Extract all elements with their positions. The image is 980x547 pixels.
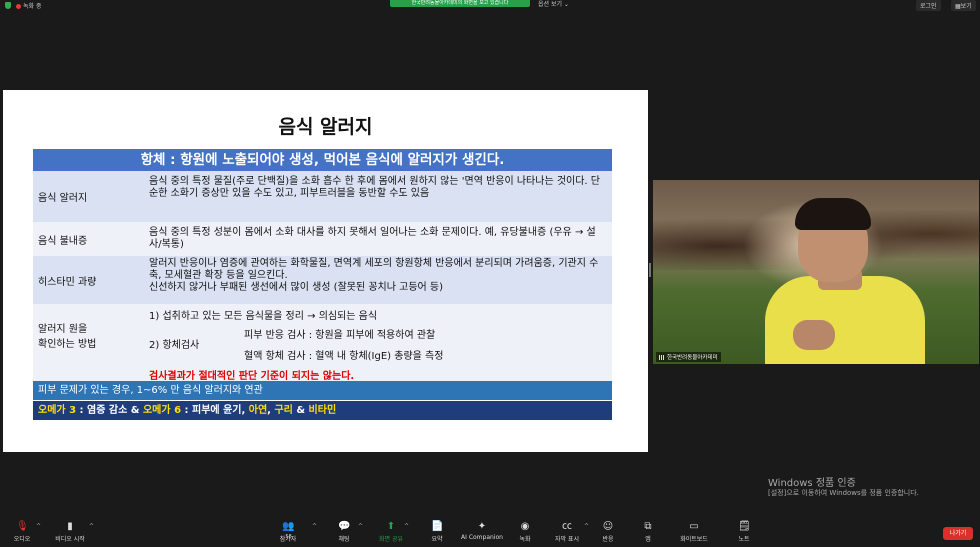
view-options-button[interactable]: 옵션 보기 ⌄: [538, 0, 569, 8]
reactions-button[interactable]: ☺ 반응: [588, 517, 628, 543]
view-button[interactable]: ▦보기: [951, 0, 976, 11]
windows-activation-hint: [설정]으로 이동하여 Windows를 정품 인증합니다.: [768, 489, 919, 497]
blood-test: 혈액 항체 검사 : 혈액 내 항체(IgE) 총량을 측정: [244, 351, 444, 362]
test-warning: 검사결과가 절대적인 판단 기준이 되지는 않는다.: [149, 371, 355, 382]
participants-label: 참가자: [279, 536, 297, 543]
speaker-hair: [795, 198, 871, 230]
reactions-label: 반응: [602, 536, 614, 543]
login-button[interactable]: 로그인: [916, 0, 941, 11]
sparkle-icon: ✦: [477, 521, 487, 532]
participant-name-label: 한국반려동물아카데미: [656, 352, 721, 362]
ai-label: AI Companion: [461, 534, 503, 541]
participants-icon: 👥58: [282, 521, 295, 540]
omega-band: 오메가 3 : 염증 감소 & 오메가 6 : 피부에 윤기, 아연, 구리 &…: [33, 401, 612, 420]
chat-icon: 💬: [338, 521, 351, 532]
audio-button[interactable]: 🎙 오디오: [2, 517, 42, 543]
notes-label: 노트: [738, 536, 750, 543]
video-button[interactable]: ▮ 비디오 시작: [50, 517, 90, 543]
row-description: 음식 중의 특정 물질(주로 단백질)을 소화 흡수 한 후에 몸에서 원하지 …: [149, 176, 600, 199]
omega6-label: 오메가 6: [142, 405, 182, 416]
separator: &: [292, 405, 309, 416]
table-row: 음식 알러지 음식 중의 특정 물질(주로 단백질)을 소화 흡수 한 후에 몸…: [33, 171, 612, 222]
vitamin-label: 비타민: [308, 405, 337, 416]
row-description-line: 신선하지 않거나 부패된 생선에서 많이 생성 (잘못된 꽁치나 고등어 등): [149, 282, 444, 293]
split-resize-handle[interactable]: [649, 263, 651, 277]
signal-icon: [659, 355, 665, 360]
row-label: 히스타민 과량: [38, 276, 97, 288]
apps-button[interactable]: ⧉ 앱: [628, 517, 668, 543]
audio-options-chevron-icon[interactable]: ^: [36, 523, 41, 530]
view-options-label: 옵션 보기: [538, 1, 562, 8]
captions-label: 자막 표시: [555, 536, 579, 543]
row-description: 알러지 반응이나 염증에 관여하는 화학물질, 면역계 세포의 항원항체 반응에…: [149, 258, 605, 294]
notes-button[interactable]: 🗒 노트: [724, 517, 764, 543]
method-label-line: 알러지 원을: [38, 323, 88, 335]
shared-slide: 음식 알러지 항체 : 항원에 노출되어야 생성, 먹어본 음식에 알러지가 생…: [3, 90, 648, 452]
share-label: 화면 공유: [379, 536, 403, 543]
omega6-desc: : 피부에 윤기,: [184, 405, 249, 416]
notes-icon: 🗒: [738, 521, 751, 532]
speaker-hand: [793, 320, 835, 350]
captions-button[interactable]: ㏄ 자막 표시: [547, 517, 587, 543]
captions-icon: ㏄: [562, 521, 572, 532]
record-label: 녹화: [519, 536, 531, 543]
summary-button[interactable]: 📄 요약: [417, 517, 457, 543]
microphone-muted-icon: 🎙: [16, 521, 29, 532]
camera-off-icon: ▮: [67, 521, 73, 532]
method-step-1: 1) 섭취하고 있는 모든 음식물을 정리 → 의심되는 음식: [149, 311, 378, 322]
apps-icon: ⧉: [644, 521, 652, 532]
participant-name: 한국반려동물아카데미: [667, 355, 718, 361]
shield-icon[interactable]: [5, 2, 11, 9]
chat-chevron-icon[interactable]: ^: [358, 523, 363, 530]
record-dot-icon: [16, 4, 21, 9]
row-label: 알러지 원을 확인하는 방법: [38, 298, 96, 375]
share-screen-button[interactable]: ⬆ 화면 공유: [371, 517, 411, 543]
record-icon: ◉: [520, 521, 530, 532]
leave-button[interactable]: 나가기: [943, 527, 973, 540]
share-screen-icon: ⬆: [386, 521, 396, 532]
whiteboard-icon: ▭: [689, 521, 699, 532]
method-step-2: 2) 항체검사: [149, 340, 200, 351]
record-button[interactable]: ◉ 녹화: [505, 517, 545, 543]
participants-button[interactable]: 👥58 참가자: [268, 517, 308, 543]
row-label: 음식 알러지: [38, 193, 88, 204]
recording-label: 녹화 중: [23, 3, 42, 10]
video-label: 비디오 시작: [55, 536, 85, 543]
reaction-icon: ☺: [602, 521, 614, 532]
ai-companion-button[interactable]: ✦ AI Companion: [456, 517, 508, 541]
share-chevron-icon[interactable]: ^: [404, 523, 409, 530]
participant-video-tile[interactable]: 한국반려동물아카데미: [653, 180, 979, 364]
video-options-chevron-icon[interactable]: ^: [89, 523, 94, 530]
chat-button[interactable]: 💬 채팅: [324, 517, 364, 543]
copper-label: 구리: [274, 405, 293, 416]
skin-test: 피부 반응 검사 : 항원을 피부에 적용하여 관찰: [244, 330, 436, 341]
windows-activation-title: Windows 정품 인증: [768, 478, 856, 489]
row-description-line: 알러지 반응이나 염증에 관여하는 화학물질, 면역계 세포의 항원항체 반응에…: [149, 258, 599, 281]
summary-label: 요약: [431, 536, 443, 543]
slide-title: 음식 알러지: [278, 116, 373, 138]
row-description: 음식 중의 특정 성분이 몸에서 소화 대사를 하지 못해서 일어나는 소화 문…: [149, 227, 596, 250]
method-row: 알러지 원을 확인하는 방법 1) 섭취하고 있는 모든 음식물을 정리 → 의…: [33, 304, 612, 382]
summary-icon: 📄: [431, 521, 444, 532]
share-banner: 한국반려동물아카데미의 화면을 보고 있습니다: [390, 0, 530, 7]
chat-label: 채팅: [338, 536, 350, 543]
row-label: 음식 불내증: [38, 235, 88, 247]
top-bar: 녹화 중 한국반려동물아카데미의 화면을 보고 있습니다 옵션 보기 ⌄ 로그인…: [0, 0, 980, 12]
table-row: 히스타민 과량 알러지 반응이나 염증에 관여하는 화학물질, 면역계 세포의 …: [33, 256, 612, 304]
meeting-toolbar: 🎙 오디오 ^ ▮ 비디오 시작 ^ 👥58 참가자 ^ 💬 채팅 ^ ⬆ 화면 공유 ^…: [0, 517, 980, 547]
zinc-label: 아연: [248, 405, 268, 416]
participants-chevron-icon[interactable]: ^: [312, 523, 317, 530]
omega3-label: 오메가 3: [38, 405, 77, 416]
antibody-header-band: 항체 : 항원에 노출되어야 생성, 먹어본 음식에 알러지가 생긴다.: [33, 149, 612, 171]
whiteboard-label: 화이트보드: [680, 536, 708, 543]
audio-label: 오디오: [13, 536, 31, 543]
table-row: 음식 불내증 음식 중의 특정 성분이 몸에서 소화 대사를 하지 못해서 일어…: [33, 222, 612, 256]
recording-indicator[interactable]: 녹화 중: [16, 1, 41, 10]
apps-label: 앱: [645, 536, 651, 543]
skin-problem-band: 피부 문제가 있는 경우, 1~6% 만 음식 알러지와 연관: [33, 381, 612, 400]
whiteboard-button[interactable]: ▭ 화이트보드: [674, 517, 714, 543]
view-button-label: 보기: [960, 3, 972, 10]
method-label-line: 확인하는 방법: [38, 338, 97, 350]
omega3-desc: : 염증 감소 &: [79, 405, 143, 416]
